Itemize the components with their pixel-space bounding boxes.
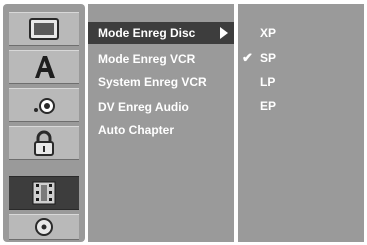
option-label: LP	[260, 75, 276, 89]
recording-settings-menu: Mode Enreg Disc Mode Enreg VCR System En…	[88, 4, 234, 242]
option-lp[interactable]: LP	[238, 71, 364, 93]
recording-mode-options: XP ✔ SP LP EP	[238, 4, 364, 242]
sidebar-item-recording[interactable]	[9, 176, 79, 210]
tv-screen-icon	[29, 18, 59, 40]
film-record-icon	[32, 181, 56, 205]
disc-icon	[35, 218, 53, 236]
option-ep[interactable]: EP	[238, 95, 364, 117]
sidebar-item-disc[interactable]	[9, 214, 79, 240]
menu-item-label: System Enreg VCR	[98, 75, 207, 89]
menu-item-mode-enreg-disc[interactable]: Mode Enreg Disc	[88, 22, 234, 44]
sidebar-item-language[interactable]	[9, 50, 79, 84]
menu-item-mode-enreg-vcr[interactable]: Mode Enreg VCR	[88, 48, 234, 70]
checkmark-icon: ✔	[242, 50, 253, 65]
sidebar-item-audio[interactable]	[9, 88, 79, 122]
option-label: SP	[260, 51, 277, 65]
option-xp[interactable]: XP	[238, 22, 364, 44]
menu-item-label: Mode Enreg Disc	[98, 26, 196, 40]
menu-item-label: Mode Enreg VCR	[98, 52, 196, 66]
sidebar-item-display[interactable]	[9, 12, 79, 46]
menu-item-label: Auto Chapter	[98, 123, 174, 137]
menu-item-auto-chapter[interactable]: Auto Chapter	[88, 119, 234, 141]
menu-item-label: DV Enreg Audio	[98, 100, 189, 114]
audio-speaker-icon	[34, 98, 55, 114]
language-letter-icon	[35, 56, 55, 78]
option-label: EP	[260, 99, 277, 113]
lock-icon	[34, 130, 54, 156]
menu-item-dv-enreg-audio[interactable]: DV Enreg Audio	[88, 96, 234, 118]
menu-item-system-enreg-vcr[interactable]: System Enreg VCR	[88, 71, 234, 93]
option-label: XP	[260, 26, 277, 40]
option-sp[interactable]: ✔ SP	[238, 47, 364, 69]
sidebar-item-lock[interactable]	[9, 126, 79, 160]
category-sidebar	[3, 4, 85, 242]
submenu-arrow-icon	[220, 27, 228, 39]
setup-menu-screen: Mode Enreg Disc Mode Enreg VCR System En…	[0, 0, 367, 245]
